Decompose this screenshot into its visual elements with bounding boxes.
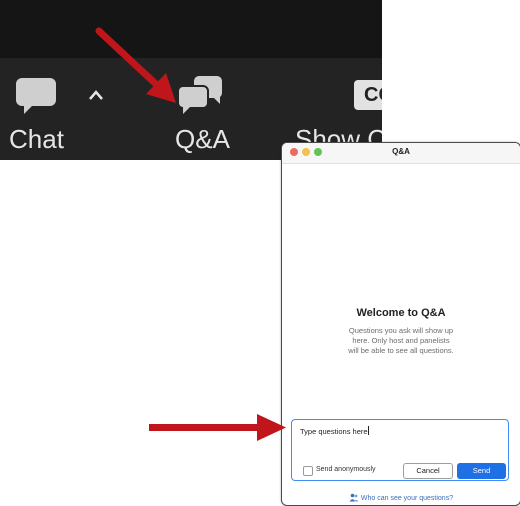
arrow-to-qa-icon xyxy=(95,27,176,103)
annotation-arrows xyxy=(95,27,286,441)
arrow-to-question-input xyxy=(149,414,286,441)
